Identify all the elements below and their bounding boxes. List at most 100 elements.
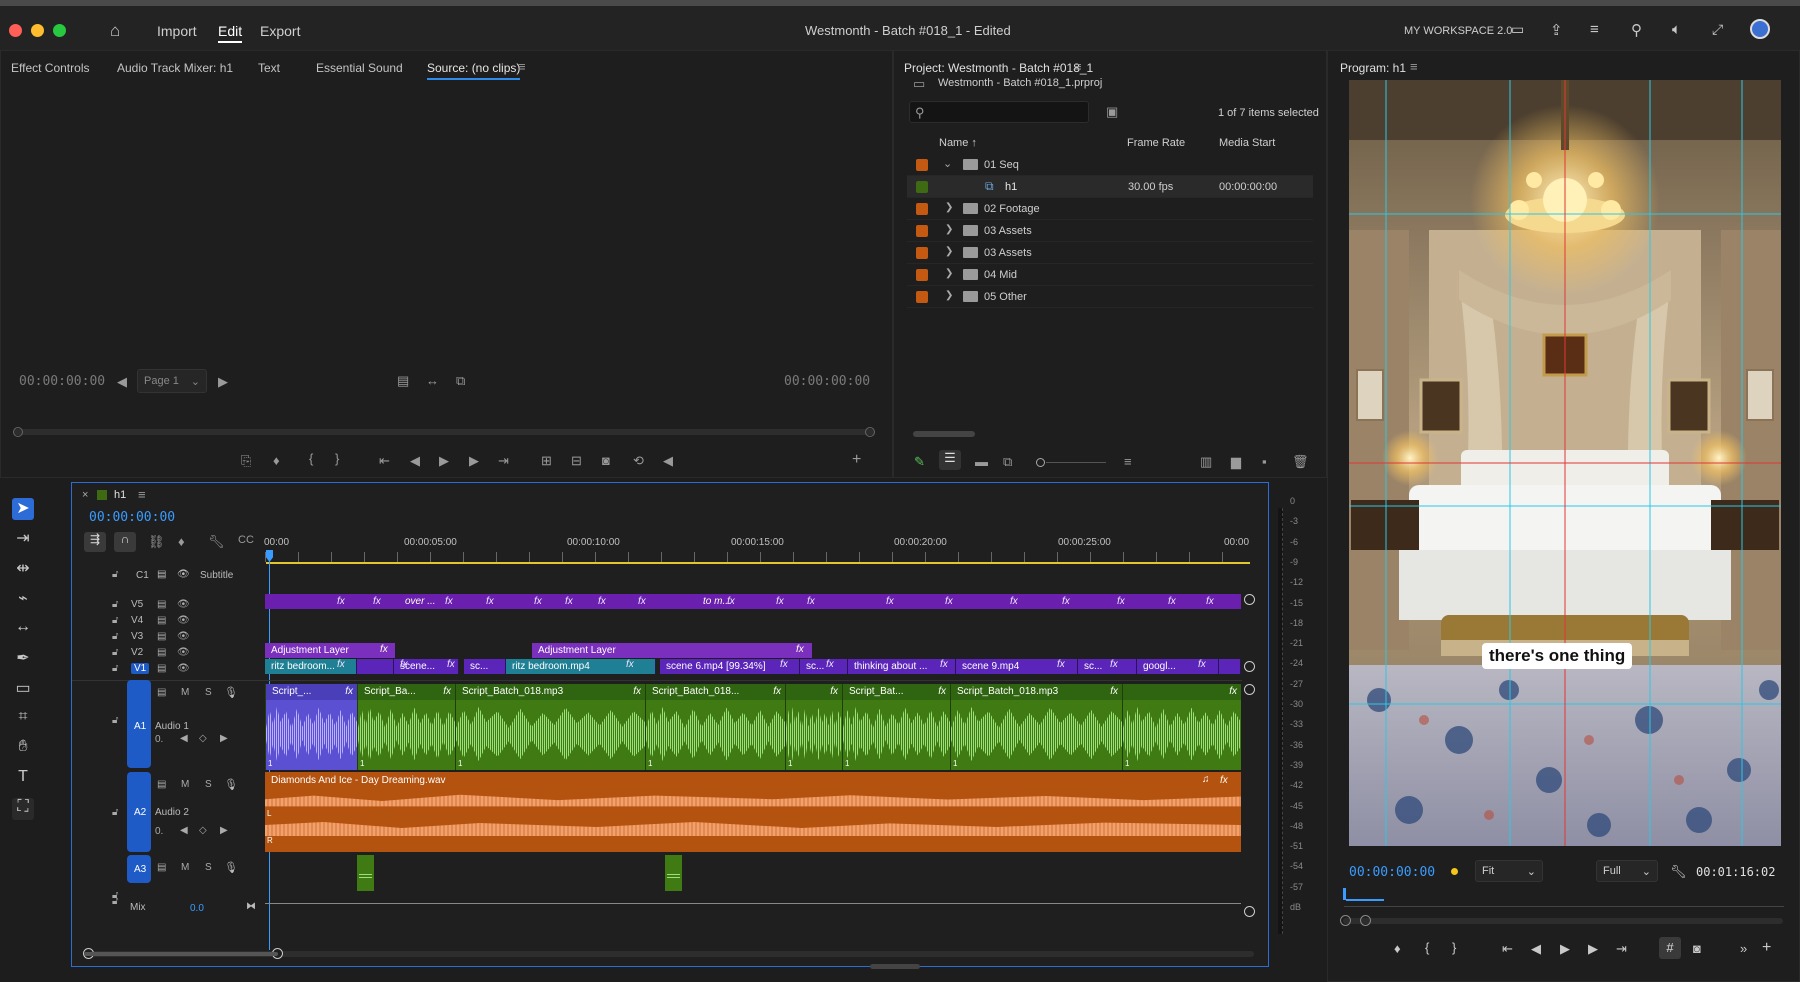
fx-badge[interactable]: fx	[1198, 659, 1206, 670]
fx-badge[interactable]: fx	[940, 659, 948, 670]
solo-button[interactable]: S	[205, 779, 212, 790]
eye-icon[interactable]: 👁︎	[177, 647, 190, 658]
nav-export[interactable]: Export	[260, 23, 300, 39]
list-item[interactable]: ⌄ 01 Seq	[907, 154, 1313, 176]
tab-effect-controls[interactable]: Effect Controls	[11, 61, 89, 75]
go-to-in-icon[interactable]: ⇤	[1502, 941, 1513, 957]
next-keyframe-icon[interactable]: ▶	[220, 825, 228, 836]
camera-icon[interactable]: ◙	[1693, 941, 1701, 956]
more-controls-icon[interactable]: »	[1740, 941, 1747, 956]
column-media-start[interactable]: Media Start	[1219, 137, 1275, 149]
ruler-ticks[interactable]	[265, 552, 1250, 562]
mix-collapse-icon[interactable]: ⧓	[246, 901, 256, 912]
eye-icon[interactable]: 👁︎	[177, 599, 190, 610]
sequence-tab[interactable]: h1	[114, 489, 126, 501]
clip[interactable]: scene 6.mp4 [99.34%]	[660, 659, 800, 674]
add-button-icon[interactable]: +	[852, 451, 861, 469]
linked-selection-icon[interactable]: ⛓︎	[148, 534, 165, 550]
mark-out-icon[interactable]: }	[335, 451, 339, 466]
prev-keyframe-icon[interactable]: ◀	[180, 825, 188, 836]
fx-badge[interactable]: fx	[826, 659, 834, 670]
a1-clip[interactable]: Script_Bat... 1 fx	[842, 684, 950, 770]
a1-clip[interactable]: 1 fx	[785, 684, 842, 770]
zoom-slider-track[interactable]	[1046, 462, 1106, 463]
clip[interactable]: sc...	[800, 659, 848, 674]
new-bin-from-search-icon[interactable]: ▣	[1106, 104, 1118, 120]
track-select-tool-icon[interactable]: ⇥	[12, 528, 34, 550]
new-bin-icon[interactable]: ▆	[1231, 454, 1241, 470]
program-video-frame[interactable]: there's one thing	[1349, 80, 1781, 846]
go-to-out-icon[interactable]: ⇥	[498, 453, 509, 469]
panel-menu-icon[interactable]: ≡	[1410, 59, 1418, 74]
search-icon[interactable]: ⚲	[1631, 21, 1642, 39]
eye-icon[interactable]: 👁︎	[177, 569, 190, 580]
fx-badge[interactable]: fx	[380, 644, 388, 655]
clip[interactable]	[357, 659, 394, 674]
fx-badge[interactable]: fx	[565, 596, 573, 607]
work-area-bar[interactable]	[266, 562, 1250, 564]
play-icon[interactable]: ▶	[439, 453, 449, 469]
clip[interactable]: sc...	[464, 659, 506, 674]
fx-badge[interactable]: fx	[1110, 659, 1118, 670]
fx-badge[interactable]: fx	[373, 596, 381, 607]
tab-essential-sound[interactable]: Essential Sound	[316, 61, 403, 75]
close-tab-icon[interactable]: ×	[82, 489, 88, 501]
track-id[interactable]: V5	[131, 599, 143, 610]
resolution-select[interactable]: Full ⌄	[1596, 860, 1658, 882]
type-tool-icon[interactable]: T	[12, 768, 34, 790]
a1-clip[interactable]: Script_Ba... 1 fx	[357, 684, 455, 770]
fx-badge[interactable]: fx	[1010, 596, 1018, 607]
lock-icon[interactable]: 🔓︎	[112, 599, 118, 610]
project-scrollbar[interactable]	[913, 431, 975, 437]
sync-lock-icon[interactable]: ▤	[157, 687, 166, 698]
solo-button[interactable]: S	[205, 862, 212, 873]
track-id[interactable]: V4	[131, 615, 143, 626]
zoom-window-button[interactable]	[53, 24, 66, 37]
source-zoom-bar[interactable]	[13, 429, 875, 435]
zoom-handle-left[interactable]	[13, 427, 23, 437]
fx-badge[interactable]: fx	[1229, 686, 1237, 697]
lock-icon[interactable]: 🔓︎	[112, 896, 118, 907]
mark-in-icon[interactable]: {	[309, 451, 313, 466]
sync-lock-icon[interactable]: ▤	[157, 663, 166, 674]
clip[interactable]: Adjustment Layer	[265, 643, 395, 658]
fx-badge[interactable]: fx	[443, 686, 451, 697]
microphone-icon[interactable]: 🎙︎	[224, 686, 238, 699]
loop-icon[interactable]: ⟲	[633, 453, 644, 469]
avatar[interactable]	[1750, 19, 1770, 39]
pencil-icon[interactable]: ✎	[914, 454, 925, 470]
track-id[interactable]: V2	[131, 647, 143, 658]
chevron-right-icon[interactable]: ❯	[945, 224, 953, 235]
menu-list-icon[interactable]: ≡	[1590, 21, 1599, 38]
add-keyframe-icon[interactable]: ◇	[199, 733, 207, 744]
panel-menu-icon[interactable]: ≡	[138, 487, 146, 502]
lock-icon[interactable]: 🔓︎	[112, 631, 118, 642]
caption-overlay[interactable]: there's one thing	[1482, 643, 1633, 669]
panel-menu-icon[interactable]: ≡	[1074, 59, 1082, 74]
list-item[interactable]: ❯ 03 Assets	[907, 242, 1313, 264]
add-marker-icon[interactable]: ♦	[1394, 941, 1401, 956]
mix-level-line[interactable]	[265, 903, 1241, 904]
auto-reframe-tool-icon[interactable]: ⛶	[12, 798, 34, 820]
safe-margins-icon[interactable]: ▤	[397, 373, 409, 389]
mute-button[interactable]: M	[181, 687, 189, 698]
sync-lock-icon[interactable]: ▤	[157, 599, 166, 610]
program-timecode[interactable]: 00:00:00:00	[1349, 865, 1435, 880]
grid-overlay-icon[interactable]: #	[1659, 937, 1681, 959]
captions-icon[interactable]: CC	[238, 534, 254, 546]
lock-icon[interactable]: 🔓︎	[112, 715, 118, 726]
slip-tool-icon[interactable]: ↔	[12, 618, 34, 640]
razor-tool-icon[interactable]: ⌁	[12, 588, 34, 610]
fx-badge[interactable]: fx	[626, 659, 634, 670]
clip[interactable]: sc...	[1078, 659, 1137, 674]
share-icon[interactable]: ⇪	[1550, 21, 1563, 39]
workspace-label[interactable]: MY WORKSPACE 2.0	[1404, 25, 1512, 37]
mute-button[interactable]: M	[181, 862, 189, 873]
overwrite-clip-icon[interactable]: ⊟	[571, 453, 582, 469]
volume-zero-button[interactable]: 0.	[155, 826, 163, 837]
label-color-swatch[interactable]	[916, 159, 928, 171]
home-icon[interactable]: ⌂	[110, 21, 120, 41]
pen-tool-icon[interactable]: ✒	[12, 648, 34, 670]
eye-icon[interactable]: 👁︎	[177, 663, 190, 674]
step-forward-icon[interactable]: ▶	[469, 453, 479, 469]
